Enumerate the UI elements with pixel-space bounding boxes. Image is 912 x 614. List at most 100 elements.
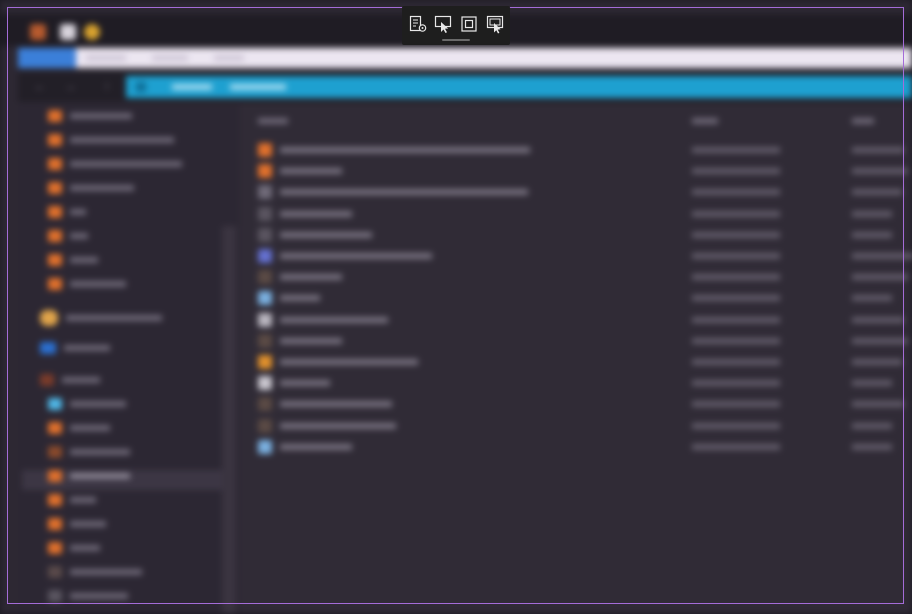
folder-icon: [48, 446, 62, 459]
folder-icon: [48, 230, 62, 243]
properties-icon: [84, 24, 100, 40]
file-date-placeholder: [692, 316, 780, 323]
folder-icon: [48, 518, 62, 531]
file-row: [252, 182, 912, 202]
folder-icon: [48, 422, 62, 435]
folder-icon: [48, 182, 62, 195]
file-name-placeholder: [280, 274, 342, 281]
file-name-placeholder: [280, 337, 342, 344]
file-type-placeholder: [852, 359, 902, 365]
snipping-toolbar: [402, 6, 510, 45]
nav-item: [48, 134, 174, 154]
folder-icon: [48, 254, 62, 267]
downloads-folder-icon: [48, 470, 62, 483]
folder-icon: [48, 278, 62, 291]
file-name-placeholder: [280, 359, 418, 365]
column-header-date: [692, 118, 718, 124]
file-row: [252, 267, 912, 287]
this-pc-icon: [40, 374, 54, 387]
file-type-placeholder: [852, 337, 908, 344]
nav-item: [40, 374, 100, 394]
folder-icon: [48, 158, 62, 171]
file-row: [252, 416, 912, 436]
file-type-placeholder: [852, 422, 892, 429]
nav-item: [40, 342, 110, 362]
onedrive-icon: [40, 342, 56, 355]
file-name-placeholder: [280, 316, 388, 323]
fullscreen-snip-button[interactable]: [483, 12, 507, 36]
nav-item: [48, 566, 142, 586]
nav-item: [48, 590, 128, 610]
folder-icon: [48, 134, 62, 147]
window-snip-icon: [434, 15, 452, 33]
nav-item: [48, 446, 130, 466]
freeform-snip-icon: [409, 15, 427, 32]
file-icon: [258, 355, 272, 369]
freeform-snip-button[interactable]: [406, 12, 430, 36]
navigation-pane: [18, 104, 238, 614]
nav-item: [48, 182, 134, 202]
file-icon: [258, 164, 272, 179]
nav-item: [48, 518, 106, 538]
drive-icon: [48, 566, 62, 579]
file-icon: [258, 418, 272, 433]
ribbon-tab-strip: [18, 48, 912, 68]
file-date-placeholder: [692, 189, 780, 196]
column-header-type: [852, 118, 874, 124]
file-icon: [258, 397, 272, 412]
rectangle-snip-button[interactable]: [457, 12, 481, 36]
toolbar-drag-handle[interactable]: [442, 39, 470, 41]
file-icon: [258, 206, 272, 221]
user-folder-icon: [40, 310, 58, 326]
nav-item: [48, 542, 100, 562]
file-row: [252, 140, 912, 160]
breadcrumb-segment: [172, 84, 212, 90]
folder-icon: [48, 494, 62, 507]
file-name-placeholder: [280, 295, 320, 302]
nav-item: [48, 254, 98, 274]
file-date-placeholder: [692, 380, 780, 387]
file-date-placeholder: [692, 274, 780, 281]
breadcrumb-segment: [230, 84, 286, 90]
file-row: [252, 161, 912, 181]
nav-item: [48, 278, 126, 298]
fullscreen-snip-icon: [486, 15, 504, 34]
nav-item: [48, 230, 88, 250]
folder-icon: [30, 24, 46, 40]
file-icon: [258, 185, 272, 200]
back-arrow-icon: ←: [34, 79, 46, 93]
quick-access-icon: [60, 24, 76, 40]
window-snip-button[interactable]: [431, 12, 455, 36]
file-icon: [258, 270, 272, 285]
file-type-placeholder: [852, 168, 908, 175]
file-row: [252, 204, 912, 224]
address-field: [126, 76, 912, 98]
file-type-placeholder: [852, 210, 892, 217]
file-icon: [258, 439, 272, 454]
ribbon-tab: [152, 55, 188, 61]
up-arrow-icon: ↑: [104, 79, 110, 93]
forward-arrow-icon: →: [64, 79, 76, 93]
file-type-placeholder: [852, 231, 892, 238]
file-name-placeholder: [280, 168, 342, 175]
file-name-placeholder: [280, 422, 396, 429]
file-date-placeholder: [692, 422, 780, 429]
file-date-placeholder: [692, 231, 780, 238]
file-name-placeholder: [280, 380, 330, 387]
file-row: [252, 288, 912, 308]
ribbon-tab-file: [18, 48, 76, 68]
ribbon-tab: [86, 55, 126, 61]
file-list-pane: [240, 104, 912, 614]
file-name-placeholder: [280, 189, 528, 196]
file-name-placeholder: [280, 253, 432, 259]
file-row: [252, 373, 912, 393]
file-date-placeholder: [692, 443, 780, 450]
file-date-placeholder: [692, 295, 780, 302]
nav-item: [48, 422, 110, 442]
file-date-placeholder: [692, 168, 780, 175]
nav-item: [48, 206, 86, 226]
file-type-placeholder: [852, 147, 904, 153]
file-row: [252, 352, 912, 372]
file-name-placeholder: [280, 147, 530, 153]
address-bar: ← → ↑: [18, 72, 912, 102]
